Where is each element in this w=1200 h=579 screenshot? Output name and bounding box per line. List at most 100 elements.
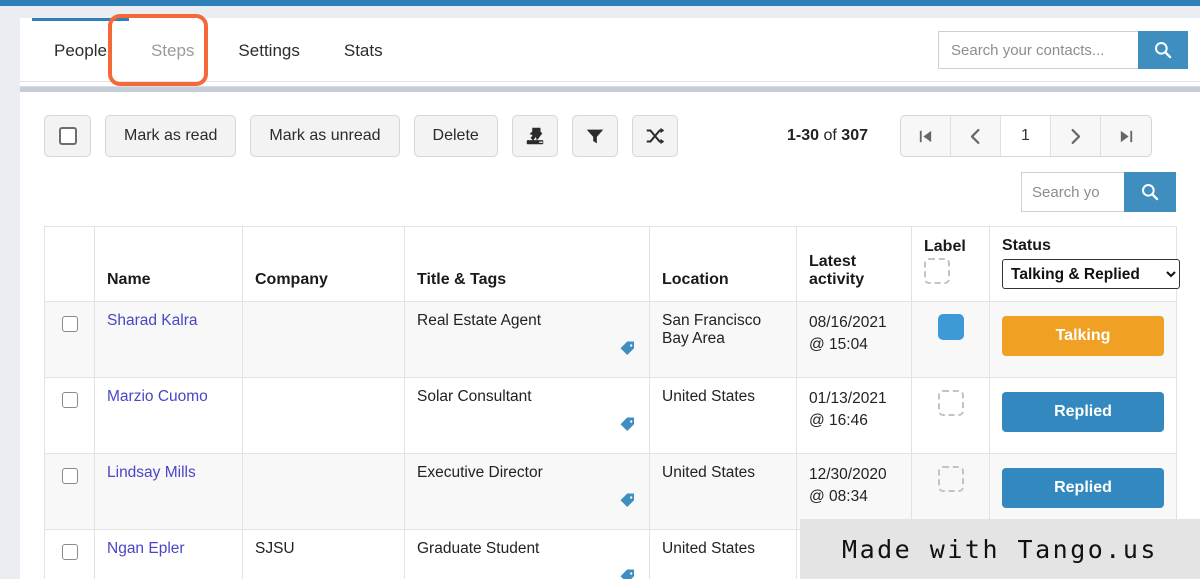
tango-watermark-text: Made with Tango.us — [842, 534, 1158, 564]
row-checkbox-cell[interactable] — [44, 301, 95, 378]
row-checkbox-cell[interactable] — [44, 453, 95, 530]
row-checkbox-cell[interactable] — [44, 529, 95, 579]
tab-people[interactable]: People — [32, 18, 129, 81]
table-row[interactable]: Sharad Kalra Real Estate Agent San Franc… — [44, 301, 1177, 378]
row-name-cell: Ngan Epler — [94, 529, 243, 579]
pagination-of: of — [823, 127, 837, 144]
filter-button[interactable] — [571, 115, 618, 157]
row-checkbox-icon[interactable] — [61, 544, 78, 560]
tab-steps-label: Steps — [150, 41, 195, 60]
checkbox-icon — [58, 127, 77, 145]
row-checkbox-icon[interactable] — [61, 316, 78, 332]
col-header-name[interactable]: Name — [94, 226, 243, 302]
row-checkbox-icon[interactable] — [61, 392, 78, 408]
col-header-status: Status Talking & RepliedTalkingRepliedAl… — [989, 226, 1180, 302]
search-icon — [1141, 183, 1159, 201]
page-background-strip — [0, 6, 1200, 18]
next-page-button[interactable] — [1051, 116, 1101, 156]
tab-settings[interactable]: Settings — [216, 18, 321, 81]
table-search-group — [1021, 172, 1176, 212]
row-location-cell: United States — [649, 529, 797, 579]
row-label-swatch[interactable] — [937, 466, 964, 492]
mark-as-read-label: Mark as read — [124, 127, 218, 144]
header-search-input[interactable] — [938, 31, 1138, 69]
last-page-button[interactable] — [1101, 116, 1151, 156]
table-header-row: Name Company Title & Tags Location Lates… — [44, 226, 1180, 302]
row-company-cell — [242, 453, 405, 530]
pagination-range: 1-30 — [787, 127, 820, 144]
row-label-cell[interactable] — [911, 377, 990, 454]
status-badge[interactable]: Replied — [1002, 392, 1164, 432]
table-row[interactable]: Marzio Cuomo Solar Consultant United Sta… — [44, 377, 1177, 454]
header-search-button[interactable] — [1138, 31, 1188, 69]
row-title-cell: Graduate Student — [404, 529, 650, 579]
export-button[interactable] — [511, 115, 558, 157]
table-search-button[interactable] — [1124, 172, 1176, 212]
table-header: Name Company Title & Tags Location Lates… — [44, 226, 1180, 302]
select-all-checkbox-button[interactable] — [44, 115, 91, 157]
status-badge[interactable]: Talking — [1002, 316, 1164, 356]
tag-icon[interactable] — [619, 492, 637, 515]
row-activity-cell: 08/16/2021 @ 15:04 — [796, 301, 912, 378]
label-filter-swatch[interactable] — [924, 258, 950, 284]
row-company-cell — [242, 377, 405, 454]
row-title-wrap: Real Estate Agent — [417, 312, 637, 366]
tab-steps[interactable]: Steps — [129, 18, 216, 81]
current-page-indicator[interactable]: 1 — [1001, 116, 1051, 156]
row-activity-time: @ 15:04 — [809, 336, 868, 354]
row-checkbox-cell[interactable] — [44, 377, 95, 454]
col-header-location[interactable]: Location — [649, 226, 797, 302]
table-search-input[interactable] — [1021, 172, 1124, 212]
tab-settings-label: Settings — [238, 41, 300, 60]
row-activity-time: @ 08:34 — [809, 488, 868, 506]
row-activity-date: 08/16/2021 — [809, 314, 887, 331]
row-label-swatch[interactable] — [937, 314, 964, 340]
col-header-latest-activity-label: Latest activity — [809, 253, 865, 288]
row-activity-date: 12/30/2020 — [809, 466, 887, 483]
export-icon — [526, 127, 544, 145]
status-filter-select[interactable]: Talking & RepliedTalkingRepliedAll — [1002, 259, 1180, 289]
contact-name-link[interactable]: Ngan Epler — [107, 540, 185, 557]
col-header-check — [44, 226, 95, 302]
previous-page-icon — [970, 128, 980, 144]
shuffle-icon — [646, 127, 664, 145]
tab-stats[interactable]: Stats — [322, 18, 405, 81]
tag-icon[interactable] — [619, 340, 637, 363]
last-page-icon — [1120, 130, 1132, 142]
tag-icon[interactable] — [619, 568, 637, 579]
contact-name-link[interactable]: Sharad Kalra — [107, 312, 197, 329]
mark-as-unread-label: Mark as unread — [269, 127, 381, 144]
contact-name-link[interactable]: Lindsay Mills — [107, 464, 196, 481]
row-status-cell: Talking — [989, 301, 1177, 378]
row-name-cell: Lindsay Mills — [94, 453, 243, 530]
tab-bar: People Steps Settings Stats — [20, 18, 1200, 82]
row-title-wrap: Executive Director — [417, 464, 637, 518]
row-label-cell[interactable] — [911, 301, 990, 378]
previous-page-button[interactable] — [951, 116, 1001, 156]
row-title-text: Executive Director — [417, 464, 543, 481]
col-header-company[interactable]: Company — [242, 226, 405, 302]
row-title-cell: Real Estate Agent — [404, 301, 650, 378]
status-badge[interactable]: Replied — [1002, 468, 1164, 508]
shuffle-button[interactable] — [631, 115, 678, 157]
contact-name-link[interactable]: Marzio Cuomo — [107, 388, 208, 405]
row-company-cell — [242, 301, 405, 378]
row-label-swatch[interactable] — [937, 390, 964, 416]
pagination-controls: 1 — [900, 115, 1152, 157]
first-page-button[interactable] — [901, 116, 951, 156]
main-card: People Steps Settings Stats Search your … — [20, 18, 1200, 579]
row-title-text: Solar Consultant — [417, 388, 532, 405]
header-search-group — [938, 31, 1188, 69]
section-divider — [20, 86, 1200, 92]
tag-icon[interactable] — [619, 416, 637, 439]
row-activity-cell: 01/13/2021 @ 16:46 — [796, 377, 912, 454]
row-title-wrap: Solar Consultant — [417, 388, 637, 442]
mark-as-read-button[interactable]: Mark as read — [105, 115, 237, 157]
delete-button[interactable]: Delete — [413, 115, 498, 157]
col-header-latest-activity[interactable]: Latest activity — [796, 226, 912, 302]
pagination-summary: 1-30 of 307 — [787, 127, 868, 145]
row-checkbox-icon[interactable] — [61, 468, 78, 484]
first-page-icon — [919, 130, 932, 142]
mark-as-unread-button[interactable]: Mark as unread — [250, 115, 400, 157]
col-header-title-tags[interactable]: Title & Tags — [404, 226, 650, 302]
